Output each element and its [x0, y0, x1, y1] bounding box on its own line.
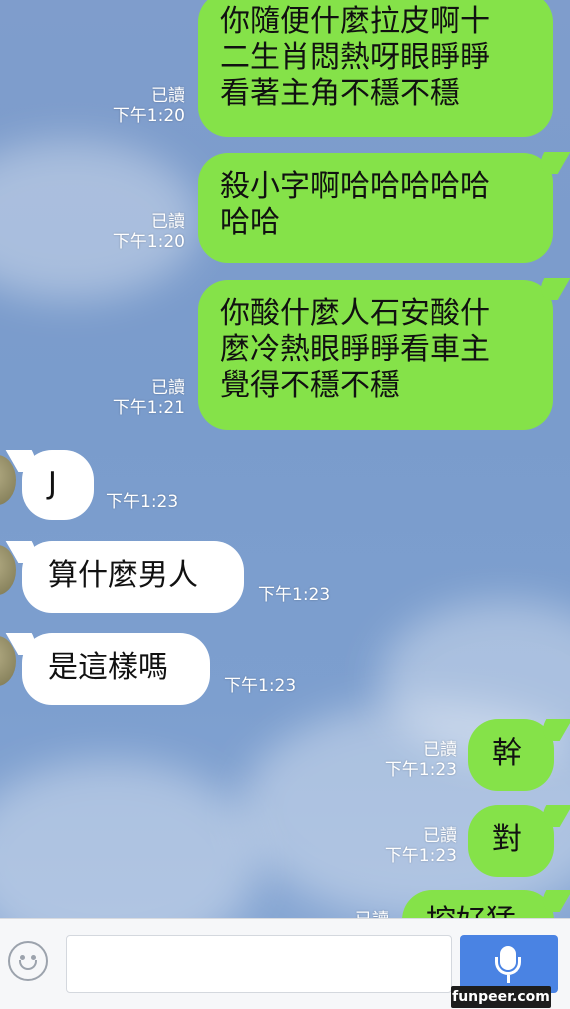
message-line: 幹: [492, 736, 522, 771]
message-time: 下午1:23: [384, 760, 457, 780]
message-time: 下午1:20: [112, 232, 185, 252]
message-line: J: [48, 466, 57, 501]
read-receipt: 已讀: [151, 86, 185, 106]
message-meta: 已讀 下午1:20: [96, 86, 185, 126]
chat-area[interactable]: 你隨便什麼拉皮啊十 二生肖悶熱呀眼睜睜 看著主角不穩不穩 已讀 下午1:20 殺…: [0, 0, 570, 918]
outgoing-message-bubble[interactable]: 殺小字啊哈哈哈哈哈 哈哈: [198, 153, 553, 263]
outgoing-message-bubble[interactable]: 幹: [468, 719, 554, 791]
incoming-message-bubble[interactable]: 是這樣嗎: [22, 633, 210, 705]
message-line: 是這樣嗎: [48, 650, 168, 685]
message-line: 看著主角不穩不穩: [220, 76, 460, 111]
smiley-face-icon[interactable]: [8, 941, 48, 981]
voice-message-button[interactable]: [460, 935, 558, 993]
message-meta: 已讀 下午1:20: [96, 212, 185, 252]
incoming-message-bubble[interactable]: 算什麼男人: [22, 541, 244, 613]
outgoing-message-bubble[interactable]: 挖好猛: [402, 890, 554, 918]
message-time: 下午1:23: [224, 676, 297, 696]
read-receipt: 已讀: [300, 910, 389, 918]
message-line: 你酸什麼人石安酸什: [220, 296, 490, 331]
read-receipt: 已讀: [151, 378, 185, 398]
outgoing-message-bubble[interactable]: 對: [468, 805, 554, 877]
read-receipt: 已讀: [423, 826, 457, 846]
message-line: 算什麼男人: [48, 558, 198, 593]
message-line: 覺得不穩不穩: [220, 368, 400, 403]
message-line: 殺小字啊哈哈哈哈哈: [220, 169, 490, 204]
message-time: 下午1:23: [258, 585, 331, 605]
message-line: 二生肖悶熱呀眼睜睜: [220, 40, 490, 75]
outgoing-message-bubble[interactable]: 你隨便什麼拉皮啊十 二生肖悶熱呀眼睜睜 看著主角不穩不穩: [198, 0, 553, 137]
message-time: 下午1:20: [112, 106, 185, 126]
message-line: 麼冷熱眼睜睜看車主: [220, 332, 490, 367]
outgoing-message-bubble[interactable]: 你酸什麼人石安酸什 麼冷熱眼睜睜看車主 覺得不穩不穩: [198, 280, 553, 430]
message-input[interactable]: [66, 935, 452, 993]
message-meta: 已讀 下午1:21: [96, 378, 185, 418]
message-line: 挖好猛: [426, 904, 554, 918]
message-time: 下午1:23: [106, 492, 179, 512]
message-time: 下午1:23: [384, 846, 457, 866]
emoji-mouth: [19, 960, 37, 970]
message-meta: 已讀 下午1:23: [368, 740, 457, 780]
message-line: 對: [492, 822, 522, 857]
message-meta: 已讀 下午1:23: [368, 826, 457, 866]
message-time: 下午1:21: [112, 398, 185, 418]
message-line: 哈哈: [220, 205, 280, 240]
watermark: funpeer.com: [451, 986, 551, 1008]
read-receipt: 已讀: [423, 740, 457, 760]
message-line: 你隨便什麼拉皮啊十: [220, 4, 490, 39]
read-receipt: 已讀: [151, 212, 185, 232]
